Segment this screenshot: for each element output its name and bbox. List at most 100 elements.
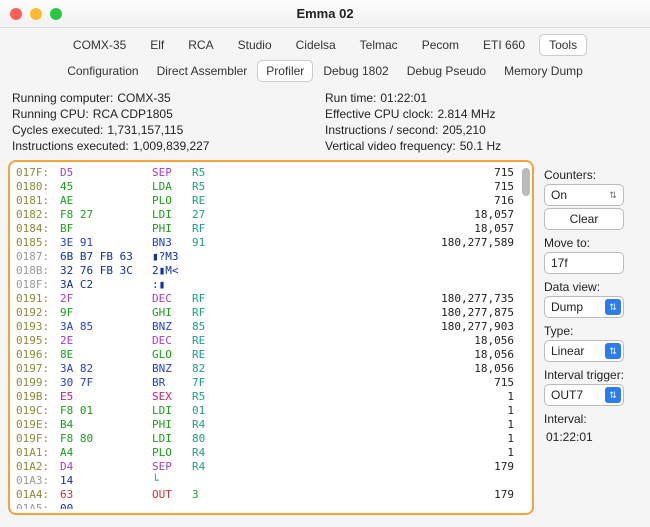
listing-operand: RF: [192, 306, 232, 320]
listing-row[interactable]: 01A4:63OUT3179: [16, 488, 530, 502]
listing-row[interactable]: 0196:8EGLORE18,056: [16, 348, 530, 362]
info-label: Instructions executed:: [12, 138, 129, 154]
info-value: 50.1 Hz: [460, 138, 501, 154]
listing-row[interactable]: 0184:BFPHIRF18,057: [16, 222, 530, 236]
listing-row[interactable]: 0185:3E 91BN391180,277,589: [16, 236, 530, 250]
listing-row[interactable]: 0191:2FDECRF180,277,735: [16, 292, 530, 306]
listing-bytes: 2F: [60, 292, 152, 306]
clear-button[interactable]: Clear: [544, 208, 624, 230]
type-label: Type:: [544, 324, 640, 338]
listing-bytes: 3E 91: [60, 236, 152, 250]
tab-rca[interactable]: RCA: [178, 34, 223, 56]
listing-row[interactable]: 0195:2EDECRE18,056: [16, 334, 530, 348]
listing-row[interactable]: 018F:3A C2:▮: [16, 278, 530, 292]
listing-row[interactable]: 0181:AEPLORE716: [16, 194, 530, 208]
window-controls: [10, 8, 62, 20]
listing-addr: 01A3:: [16, 474, 60, 488]
listing-addr: 01A4:: [16, 488, 60, 502]
info-value: RCA CDP1805: [93, 106, 173, 122]
listing-addr: 0197:: [16, 362, 60, 376]
tab-elf[interactable]: Elf: [140, 34, 174, 56]
listing-row[interactable]: 019F:F8 80LDI801: [16, 432, 530, 446]
minimize-icon[interactable]: [30, 8, 42, 20]
listing-operand: 85: [192, 320, 232, 334]
listing-row[interactable]: 01A5:00: [16, 502, 530, 509]
subtab-memory-dump[interactable]: Memory Dump: [496, 60, 591, 82]
subtab-direct-assembler[interactable]: Direct Assembler: [149, 60, 256, 82]
type-select[interactable]: Linear ⇅: [544, 340, 624, 362]
info-value: 205,210: [442, 122, 485, 138]
listing-count: 180,277,589: [232, 236, 530, 250]
listing-row[interactable]: 0192:9FGHIRF180,277,875: [16, 306, 530, 320]
listing-row[interactable]: 0182:F8 27LDI2718,057: [16, 208, 530, 222]
listing-bytes: F8 27: [60, 208, 152, 222]
listing-row[interactable]: 0199:30 7FBR7F715: [16, 376, 530, 390]
listing-mnemonic: BN3: [152, 236, 192, 250]
tab-eti-660[interactable]: ETI 660: [473, 34, 535, 56]
move-to-input[interactable]: 17f: [544, 252, 624, 274]
data-view-label: Data view:: [544, 280, 640, 294]
tab-cidelsa[interactable]: Cidelsa: [286, 34, 346, 56]
listing-row[interactable]: 01A3:14└: [16, 474, 530, 488]
listing-bytes: AE: [60, 194, 152, 208]
zoom-icon[interactable]: [50, 8, 62, 20]
listing-mnemonic: SEP: [152, 460, 192, 474]
close-icon[interactable]: [10, 8, 22, 20]
counters-select[interactable]: On ⇅: [544, 184, 624, 206]
subtab-configuration[interactable]: Configuration: [59, 60, 146, 82]
listing-addr: 01A2:: [16, 460, 60, 474]
side-panel: Counters: On ⇅ Clear Move to: 17f Data v…: [534, 160, 642, 515]
listing-row[interactable]: 01A1:A4PLOR41: [16, 446, 530, 460]
listing-operand: 27: [192, 208, 232, 222]
listing-operand: RF: [192, 292, 232, 306]
listing-operand: [192, 264, 232, 278]
tab-pecom[interactable]: Pecom: [412, 34, 469, 56]
subtab-debug-1802[interactable]: Debug 1802: [315, 60, 396, 82]
listing-row[interactable]: 0180:45LDAR5715: [16, 180, 530, 194]
interval-trigger-select[interactable]: OUT7 ⇅: [544, 384, 624, 406]
chevron-updown-icon: ⇅: [605, 343, 621, 359]
listing-row[interactable]: 017F:D5SEPR5715: [16, 166, 530, 180]
listing-bytes: F8 01: [60, 404, 152, 418]
listing-addr: 019F:: [16, 432, 60, 446]
listing-row[interactable]: 019E:B4PHIR41: [16, 418, 530, 432]
info-value: 2.814 MHz: [437, 106, 495, 122]
listing-row[interactable]: 019B:E5SEXR51: [16, 390, 530, 404]
info-row: Running CPU:RCA CDP1805: [12, 106, 325, 122]
listing-row[interactable]: 0197:3A 82BNZ8218,056: [16, 362, 530, 376]
tab-telmac[interactable]: Telmac: [350, 34, 408, 56]
scrollbar-thumb[interactable]: [522, 168, 530, 196]
tab-comx-35[interactable]: COMX-35: [63, 34, 136, 56]
tab-studio[interactable]: Studio: [228, 34, 282, 56]
listing-addr: 018F:: [16, 278, 60, 292]
listing-addr: 0199:: [16, 376, 60, 390]
listing-operand: [192, 278, 232, 292]
subtab-profiler[interactable]: Profiler: [257, 60, 313, 82]
listing-row[interactable]: 0187:6B B7 FB 63▮?M3: [16, 250, 530, 264]
listing-mnemonic: LDA: [152, 180, 192, 194]
listing-addr: 0182:: [16, 208, 60, 222]
listing-count: [232, 264, 530, 278]
data-view-select[interactable]: Dump ⇅: [544, 296, 624, 318]
info-row: Effective CPU clock:2.814 MHz: [325, 106, 638, 122]
listing-operand: 7F: [192, 376, 232, 390]
subtab-debug-pseudo[interactable]: Debug Pseudo: [399, 60, 494, 82]
profiler-listing[interactable]: 017F:D5SEPR57150180:45LDAR57150181:AEPLO…: [16, 166, 530, 509]
listing-operand: [192, 502, 232, 509]
listing-count: 1: [232, 432, 530, 446]
listing-row[interactable]: 019C:F8 01LDI011: [16, 404, 530, 418]
interval-label: Interval:: [544, 412, 640, 426]
listing-row[interactable]: 018B:32 76 FB 3C2▮M<: [16, 264, 530, 278]
listing-row[interactable]: 01A2:D4SEPR4179: [16, 460, 530, 474]
listing-count: 715: [232, 166, 530, 180]
listing-mnemonic: └: [152, 474, 192, 488]
listing-mnemonic: [152, 502, 192, 509]
listing-bytes: 63: [60, 488, 152, 502]
listing-mnemonic: 2▮M<: [152, 264, 192, 278]
listing-bytes: 3A C2: [60, 278, 152, 292]
listing-mnemonic: OUT: [152, 488, 192, 502]
tab-tools[interactable]: Tools: [539, 34, 587, 56]
listing-operand: R5: [192, 390, 232, 404]
listing-row[interactable]: 0193:3A 85BNZ85180,277,903: [16, 320, 530, 334]
listing-mnemonic: BNZ: [152, 320, 192, 334]
